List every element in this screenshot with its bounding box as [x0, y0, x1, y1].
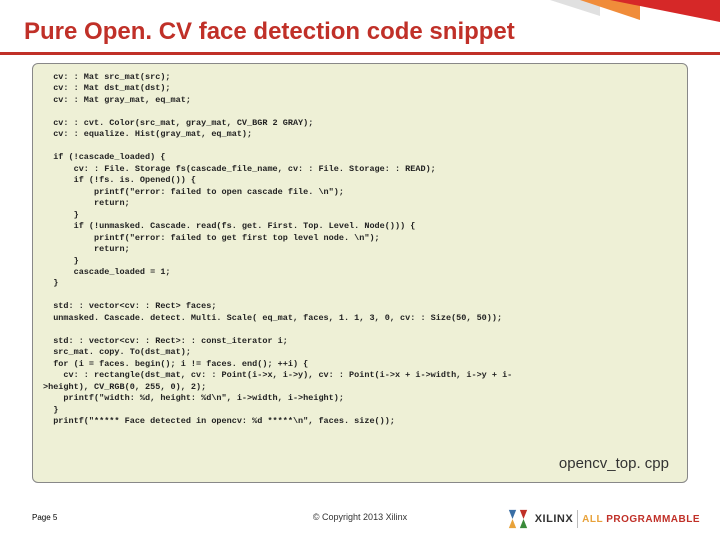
copyright-text: © Copyright 2013 Xilinx: [313, 512, 407, 522]
brand-tagline: ALL PROGRAMMABLE: [582, 514, 700, 525]
xilinx-logo-icon: [507, 508, 529, 530]
brand-logo-area: XILINX ALL PROGRAMMABLE: [507, 508, 700, 530]
page-title: Pure Open. CV face detection code snippe…: [24, 18, 696, 46]
code-text: cv: : Mat src_mat(src); cv: : Mat dst_ma…: [43, 72, 677, 428]
title-area: Pure Open. CV face detection code snippe…: [0, 0, 720, 55]
page-number: Page 5: [32, 513, 57, 522]
brand-name: XILINX: [535, 513, 573, 525]
brand-divider: [577, 510, 578, 528]
code-filename: opencv_top. cpp: [559, 455, 669, 472]
code-snippet-box: cv: : Mat src_mat(src); cv: : Mat dst_ma…: [32, 63, 688, 483]
